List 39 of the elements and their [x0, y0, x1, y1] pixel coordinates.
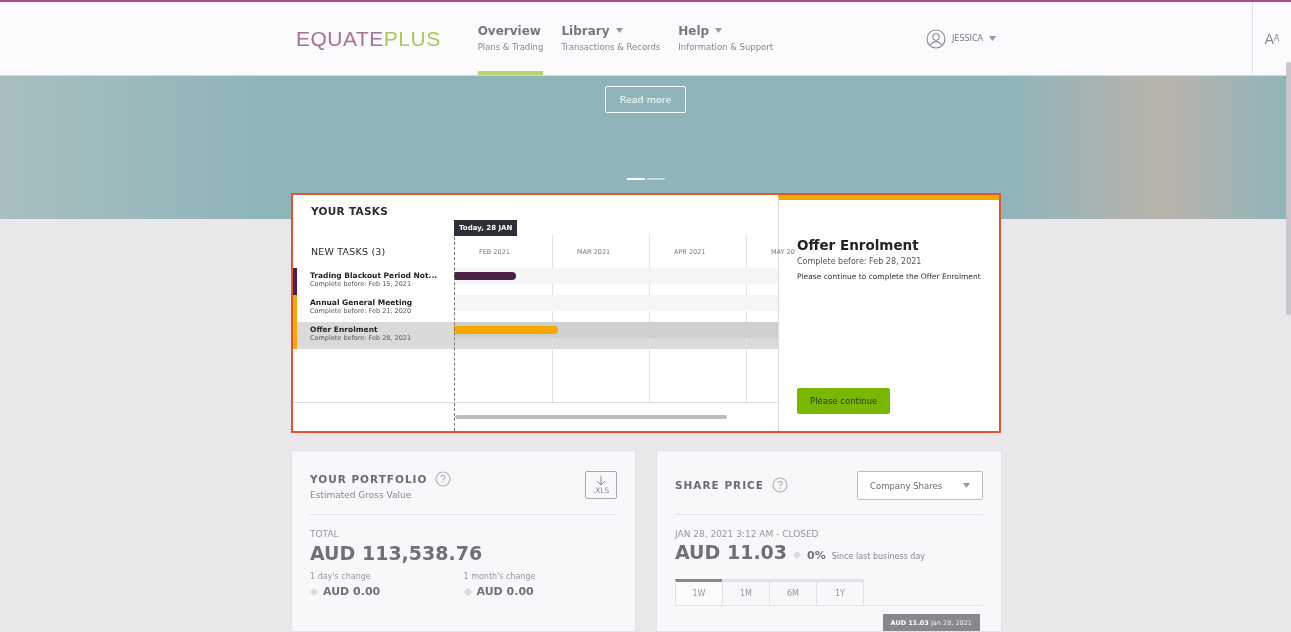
diamond-icon	[310, 587, 318, 596]
carousel-indicator[interactable]	[627, 178, 645, 180]
scrollbar[interactable]	[1286, 62, 1291, 315]
price-timestamp: JAN 28, 2021 3:12 AM - CLOSED	[675, 529, 820, 539]
user-menu[interactable]: JESSICA	[926, 28, 996, 49]
total-value: AUD 113,538.76	[310, 542, 484, 564]
continue-button[interactable]: Please continue	[797, 388, 891, 414]
share-dropdown[interactable]: Company Shares	[857, 471, 983, 500]
nav-tab[interactable]: Help Information & Support	[678, 2, 774, 75]
change-value: AUD 0.00	[476, 585, 534, 598]
change-label: 1 day's change	[310, 572, 372, 581]
read-more-button[interactable]: Read more	[604, 86, 687, 113]
download-icon	[596, 475, 606, 486]
portfolio-subtitle: Estimated Gross Value	[310, 490, 413, 500]
price-change-note: Since last business day	[831, 552, 926, 561]
change-value: AUD 0.00	[323, 585, 381, 598]
share-price-value: AUD 11.03	[675, 541, 788, 563]
nav-tab[interactable]: Library Transactions & Records	[561, 2, 661, 75]
help-icon[interactable]	[435, 471, 452, 487]
diamond-icon	[793, 551, 802, 559]
logo[interactable]: EQUATEPLUS	[296, 26, 441, 51]
diamond-icon	[463, 587, 472, 596]
range-tab[interactable]: 1W	[675, 579, 723, 605]
share-price-title: SHARE PRICE	[675, 479, 764, 491]
tasks-title: YOUR TASKS	[310, 204, 390, 219]
timeline-scrollbar[interactable]	[455, 415, 727, 419]
price-change: 0%	[807, 549, 826, 562]
total-label: TOTAL	[310, 529, 340, 539]
range-tab[interactable]: 1Y	[816, 579, 864, 605]
task-detail-title: Offer Enrolment	[797, 237, 920, 253]
task-detail-due-date: Complete before: Feb 28, 2021	[797, 257, 923, 266]
new-tasks-heading: NEW TASKS (3)	[310, 246, 387, 257]
caret-icon	[989, 36, 996, 41]
user-icon	[926, 28, 946, 49]
carousel-indicator[interactable]	[647, 178, 665, 180]
caret-icon	[963, 483, 970, 488]
help-icon[interactable]	[771, 477, 788, 493]
portfolio-title: YOUR PORTFOLIO	[310, 473, 428, 485]
change-label: 1 month's change	[463, 572, 537, 581]
